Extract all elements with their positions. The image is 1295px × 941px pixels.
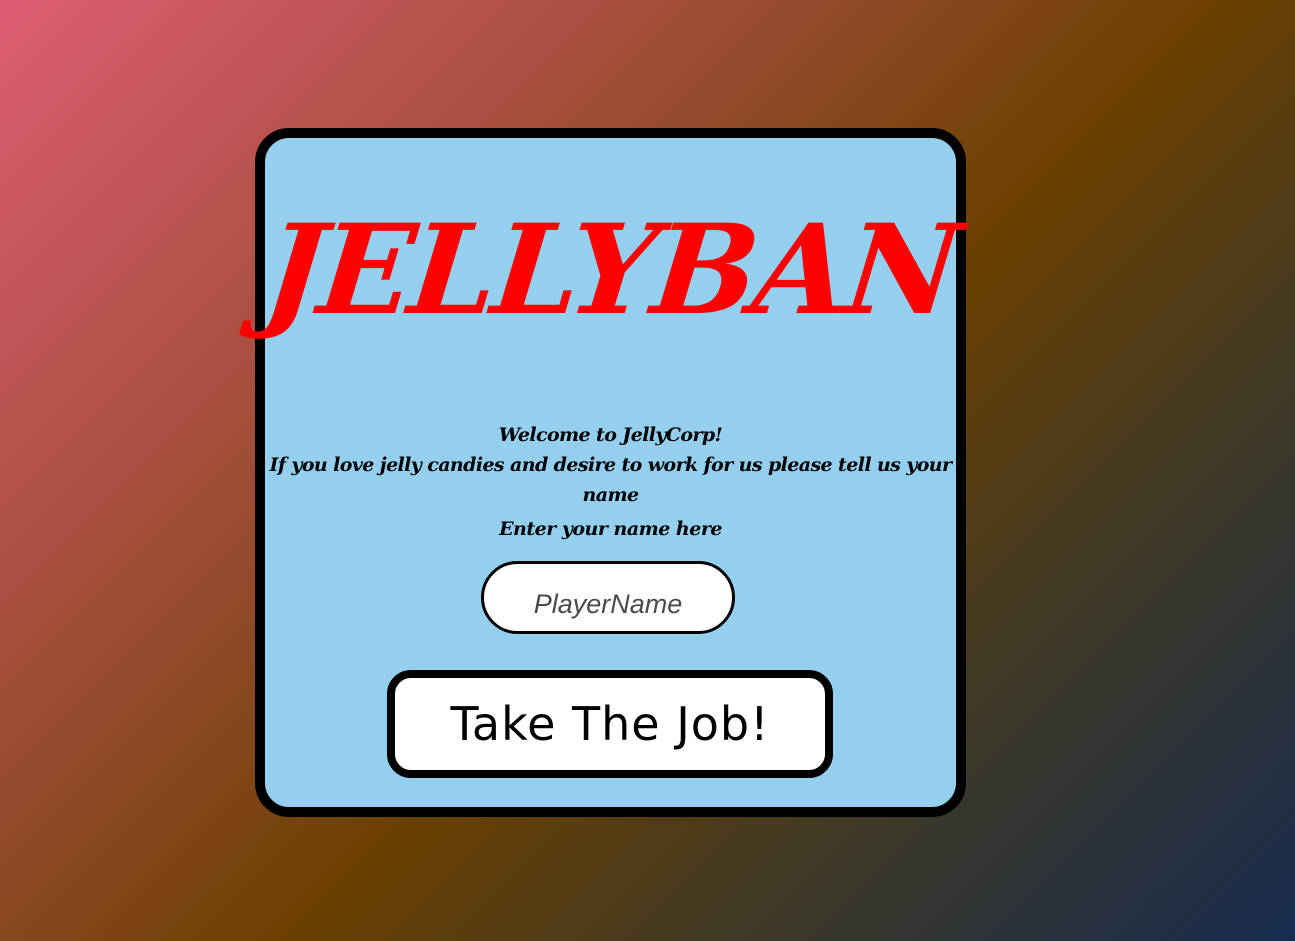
name-input-label: Enter your name here xyxy=(499,518,722,540)
start-card: JELLYBAN Welcome to JellyCorp! If you lo… xyxy=(255,128,966,817)
game-title: JELLYBAN xyxy=(257,198,964,343)
welcome-message: Welcome to JellyCorp! If you love jelly … xyxy=(265,420,956,510)
take-the-job-button[interactable]: Take The Job! xyxy=(387,670,833,778)
welcome-line-1: Welcome to JellyCorp! xyxy=(498,424,723,446)
welcome-line-2: If you love jelly candies and desire to … xyxy=(269,454,952,506)
player-name-input[interactable] xyxy=(481,561,735,634)
